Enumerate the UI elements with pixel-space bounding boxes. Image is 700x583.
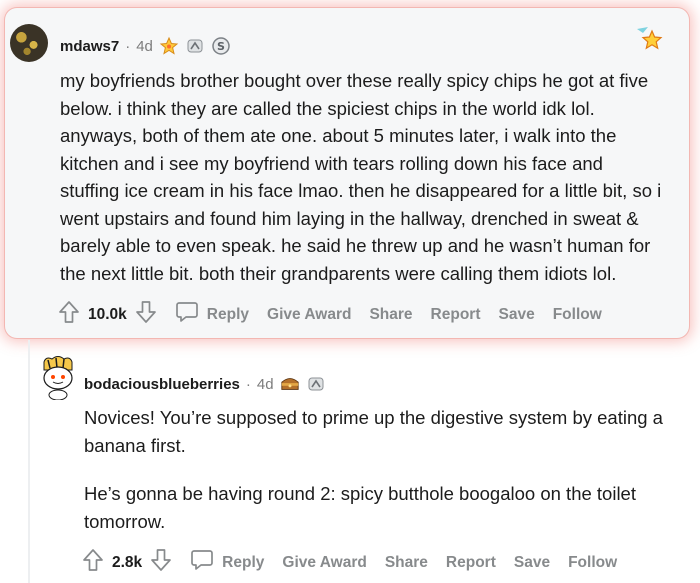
- comment-meta: mdaws7 · 4d S: [60, 36, 231, 56]
- vote-score: 2.8k: [112, 553, 143, 571]
- comment-paragraph: He’s gonna be having round 2: spicy butt…: [84, 480, 690, 535]
- meta-separator: ·: [245, 375, 251, 393]
- body-line: my boyfriends brother bought over these …: [60, 70, 649, 91]
- save-button[interactable]: Save: [514, 554, 550, 572]
- speech-bubble-icon: [175, 300, 199, 329]
- username[interactable]: mdaws7: [60, 38, 119, 55]
- upvote-arrow-icon[interactable]: [82, 548, 104, 577]
- vote-controls: 10.0k: [58, 300, 157, 329]
- body-line: banana first.: [84, 434, 186, 456]
- top-award-icon: [634, 26, 664, 59]
- comment-age[interactable]: 4d: [136, 38, 153, 55]
- body-line: went upstairs and found him laying in th…: [60, 207, 639, 229]
- reply-button[interactable]: Reply: [190, 548, 264, 577]
- comment-paragraph: Novices! You’re supposed to prime up the…: [84, 404, 690, 459]
- star-burst-award-icon: [159, 36, 179, 56]
- coin-award-icon: S: [211, 36, 231, 56]
- body-line: below. i think they are called the spici…: [60, 97, 595, 119]
- body-line: Novices! You’re supposed to prime up the…: [84, 407, 663, 428]
- report-button[interactable]: Report: [446, 554, 496, 572]
- meta-separator: ·: [125, 37, 131, 55]
- username[interactable]: bodaciousblueberries: [84, 376, 240, 393]
- avatar[interactable]: [38, 354, 78, 401]
- share-button[interactable]: Share: [385, 554, 428, 572]
- vote-controls: 2.8k: [82, 548, 172, 577]
- share-button[interactable]: Share: [369, 306, 412, 324]
- body-line: He’s gonna be having round 2: spicy butt…: [84, 483, 636, 504]
- vote-score: 10.0k: [88, 305, 127, 323]
- reply-label: Reply: [206, 305, 250, 323]
- silver-award-icon: [185, 36, 205, 56]
- upvote-arrow-icon[interactable]: [58, 300, 80, 329]
- follow-button[interactable]: Follow: [553, 306, 602, 324]
- give-award-button[interactable]: Give Award: [282, 554, 366, 572]
- speech-bubble-icon: [190, 548, 214, 577]
- comment-age[interactable]: 4d: [257, 376, 274, 393]
- body-line: barely able to even speak. he said he th…: [60, 235, 651, 256]
- reply-label: Reply: [222, 553, 265, 571]
- downvote-arrow-icon[interactable]: [135, 300, 157, 329]
- comment-actions: 2.8k Reply Give Award Share Report Save …: [82, 548, 635, 577]
- svg-text:S: S: [217, 40, 225, 53]
- reply-button[interactable]: Reply: [175, 300, 249, 329]
- thread-line[interactable]: [28, 340, 30, 583]
- follow-button[interactable]: Follow: [568, 554, 617, 572]
- save-button[interactable]: Save: [499, 306, 535, 324]
- give-award-button[interactable]: Give Award: [267, 306, 351, 324]
- treasure-award-icon: [280, 374, 300, 394]
- comment-actions: 10.0k Reply Give Award Share Report Save…: [58, 300, 620, 329]
- body-line: tomorrow.: [84, 510, 166, 532]
- body-line: stuffing ice cream in his face lmao. the…: [60, 180, 662, 201]
- body-line: kitchen and i see my boyfriend with tear…: [60, 152, 603, 174]
- avatar[interactable]: [10, 24, 48, 62]
- comment-meta: bodaciousblueberries · 4d: [84, 374, 326, 394]
- body-line: anyways, both of them ate one. about 5 m…: [60, 125, 617, 146]
- body-line: the next little bit. both their grandpar…: [60, 262, 617, 284]
- silver-award-icon: [306, 374, 326, 394]
- downvote-arrow-icon[interactable]: [150, 548, 172, 577]
- comment-body: my boyfriends brother bought over these …: [60, 67, 690, 287]
- report-button[interactable]: Report: [431, 306, 481, 324]
